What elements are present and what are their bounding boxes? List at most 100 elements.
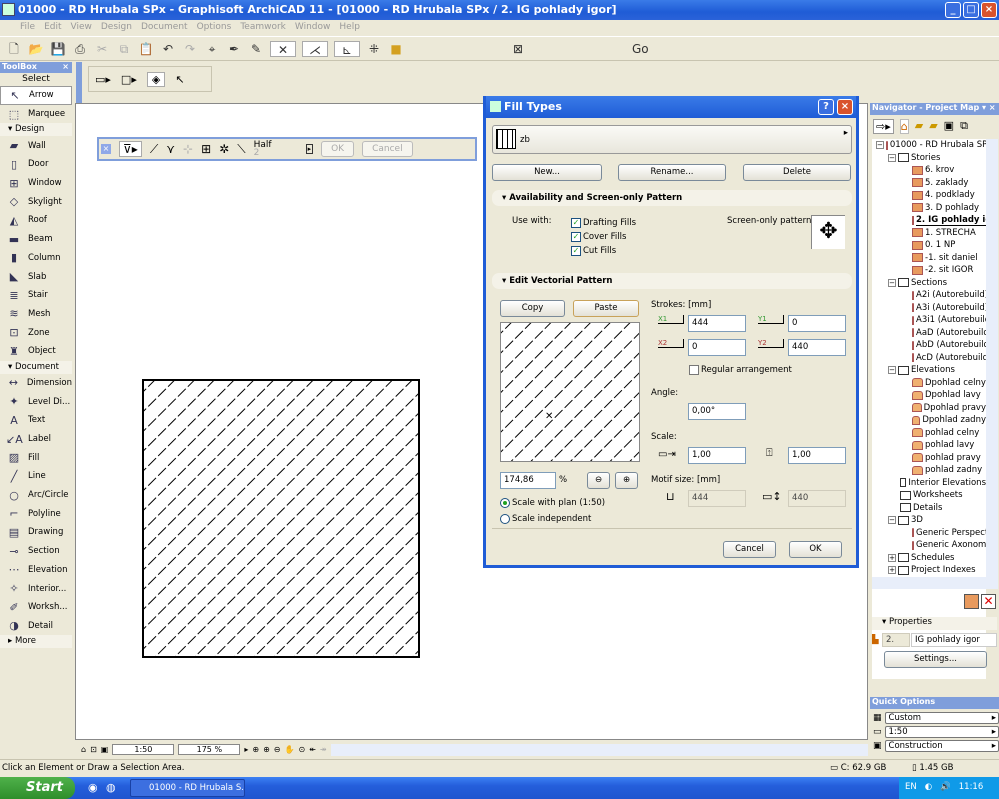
- tree-story[interactable]: 4. podklady: [872, 189, 986, 202]
- fit-in-window-icon[interactable]: ⊙: [298, 745, 305, 754]
- publisher-tab-icon[interactable]: ⧉: [960, 119, 968, 134]
- menu-edit[interactable]: Edit: [44, 22, 61, 36]
- tree-3d-view[interactable]: Generic Perspective: [872, 527, 986, 540]
- taskbar-archicad-button[interactable]: 01000 - RD Hrubala S...: [130, 779, 245, 797]
- maximize-button[interactable]: □: [963, 2, 979, 18]
- collapse-icon[interactable]: −: [888, 366, 896, 375]
- delete-view-icon[interactable]: ✕: [981, 594, 996, 609]
- tree-elevation[interactable]: pohlad zadny: [872, 464, 986, 477]
- tool-label[interactable]: ↙A Label: [0, 430, 72, 449]
- collapse-icon[interactable]: −: [876, 141, 884, 150]
- tool-fill[interactable]: ▨ Fill: [0, 448, 72, 467]
- tool-roof[interactable]: ◭ Roof: [0, 211, 72, 230]
- tree-story[interactable]: 0. 1 NP: [872, 239, 986, 252]
- tree-schedules[interactable]: + Schedules: [872, 552, 986, 565]
- tree-section[interactable]: AbD (Autorebuild): [872, 339, 986, 352]
- quicklaunch-ie-icon[interactable]: ◉: [88, 781, 98, 794]
- polygon-method-icon[interactable]: ▭▸: [95, 73, 111, 86]
- preview-zoom-input[interactable]: 174,86: [500, 472, 556, 489]
- tool-section[interactable]: ⊸ Section: [0, 542, 72, 561]
- undo-icon[interactable]: ↶: [160, 41, 176, 57]
- x1-input[interactable]: 444: [688, 315, 746, 332]
- zoom-field[interactable]: 175 %: [178, 744, 241, 755]
- tree-elevation[interactable]: Dpohlad zadny: [872, 414, 986, 427]
- angle-input[interactable]: 0,00°: [688, 403, 746, 420]
- tree-section[interactable]: AcD (Autorebuild): [872, 352, 986, 365]
- menu-design[interactable]: Design: [101, 22, 132, 36]
- tool-interior[interactable]: ✧ Interior...: [0, 579, 72, 598]
- tool-line[interactable]: ╱ Line: [0, 467, 72, 486]
- delete-button[interactable]: Delete: [743, 164, 851, 181]
- start-button[interactable]: Start: [0, 777, 75, 799]
- redo-icon[interactable]: ↷: [182, 41, 198, 57]
- y2-input[interactable]: 440: [788, 339, 846, 356]
- regular-arrangement-checkbox[interactable]: [689, 365, 699, 375]
- tree-root[interactable]: −01000 - RD Hrubala SPx: [872, 139, 986, 152]
- tree-story[interactable]: 6. krov: [872, 164, 986, 177]
- tool-marquee[interactable]: ⬚ Marquee: [0, 105, 72, 124]
- menu-file[interactable]: File: [20, 22, 35, 36]
- hatched-fill-element[interactable]: [142, 379, 420, 658]
- line-tool-icon[interactable]: ⟋: [150, 142, 158, 157]
- tool-beam[interactable]: ▬ Beam: [0, 230, 72, 249]
- tree-project-indexes[interactable]: + Project Indexes: [872, 564, 986, 577]
- cover-fills-checkbox[interactable]: ✓: [571, 232, 581, 242]
- zoom-out-icon[interactable]: ⊖: [274, 745, 281, 754]
- fit-window-icon[interactable]: ⊡: [90, 745, 97, 754]
- tree-elevations[interactable]: − Elevations: [872, 364, 986, 377]
- group-document[interactable]: ▾ Document: [0, 360, 72, 374]
- menu-teamwork[interactable]: Teamwork: [240, 22, 286, 36]
- menu-document[interactable]: Document: [141, 22, 188, 36]
- tool-arc-circle[interactable]: ○ Arc/Circle: [0, 486, 72, 505]
- screen-only-pattern-swatch[interactable]: ✥: [811, 215, 845, 249]
- language-indicator[interactable]: EN: [905, 782, 917, 799]
- volume-icon[interactable]: 🔊: [940, 782, 951, 799]
- tool-polyline[interactable]: ⌐ Polyline: [0, 504, 72, 523]
- collapse-icon[interactable]: −: [888, 516, 896, 525]
- pen-icon[interactable]: ⟍: [237, 142, 245, 157]
- tree-elevation[interactable]: pohlad celny: [872, 427, 986, 440]
- tree-story[interactable]: 2. IG pohlady igor: [872, 214, 986, 227]
- go-icon[interactable]: Go: [632, 41, 649, 57]
- cancel-button[interactable]: Cancel: [723, 541, 776, 558]
- find-select-icon[interactable]: ⌖: [204, 41, 220, 57]
- dialog-close-button[interactable]: ×: [837, 99, 853, 115]
- tree-section[interactable]: A2i (Autorebuild): [872, 289, 986, 302]
- network-icon[interactable]: ◐: [925, 782, 932, 799]
- zoom-out-button[interactable]: ⊖: [587, 472, 610, 489]
- view-icon[interactable]: ▣: [101, 745, 109, 754]
- print-icon[interactable]: ⎙: [72, 41, 88, 57]
- story-name-field[interactable]: IG pohlady igor: [911, 633, 997, 647]
- tree-elevation[interactable]: Dpohlad pravy: [872, 402, 986, 415]
- section-availability[interactable]: ▾ Availability and Screen-only Pattern: [492, 190, 852, 206]
- scale-field[interactable]: 1:50: [112, 744, 175, 755]
- new-view-icon[interactable]: [964, 594, 979, 609]
- tree-section[interactable]: A3i (Autorebuild): [872, 302, 986, 315]
- paste-icon[interactable]: 📋: [138, 41, 154, 57]
- rectangle-method-icon[interactable]: □▸: [121, 73, 137, 86]
- save-icon[interactable]: 💾: [50, 41, 66, 57]
- tree-details[interactable]: Details: [872, 502, 986, 515]
- project-map-tab-icon[interactable]: ⌂: [899, 119, 909, 134]
- syringe-icon[interactable]: ✎: [248, 41, 264, 57]
- grid-snap-icon[interactable]: ⊾: [334, 40, 360, 57]
- tree-vertical-scrollbar[interactable]: [986, 139, 998, 589]
- floatbar-ok-button[interactable]: OK: [321, 141, 355, 157]
- view-map-tab-icon[interactable]: ▰: [915, 119, 923, 134]
- quicklaunch-app-icon[interactable]: ◍: [106, 781, 116, 794]
- scale-with-plan-radio[interactable]: [500, 498, 510, 508]
- scale-x-input[interactable]: 1,00: [688, 447, 746, 464]
- layout-book-tab-icon[interactable]: ▰: [929, 119, 937, 134]
- menu-view[interactable]: View: [71, 22, 92, 36]
- previous-zoom-icon[interactable]: ↞: [309, 745, 316, 754]
- grid-icon[interactable]: ⁜: [366, 41, 382, 57]
- tree-horizontal-scrollbar[interactable]: [872, 577, 998, 589]
- offset-icon[interactable]: ⊹: [183, 142, 193, 156]
- ok-button[interactable]: OK: [789, 541, 842, 558]
- tree-elevation[interactable]: pohlad lavy: [872, 439, 986, 452]
- tree-3d[interactable]: − 3D: [872, 514, 986, 527]
- menu-options[interactable]: Options: [197, 22, 232, 36]
- drafting-fills-checkbox[interactable]: ✓: [571, 218, 581, 228]
- 3d-view-icon[interactable]: ⊠: [510, 41, 526, 57]
- tool-detail[interactable]: ◑ Detail: [0, 617, 72, 636]
